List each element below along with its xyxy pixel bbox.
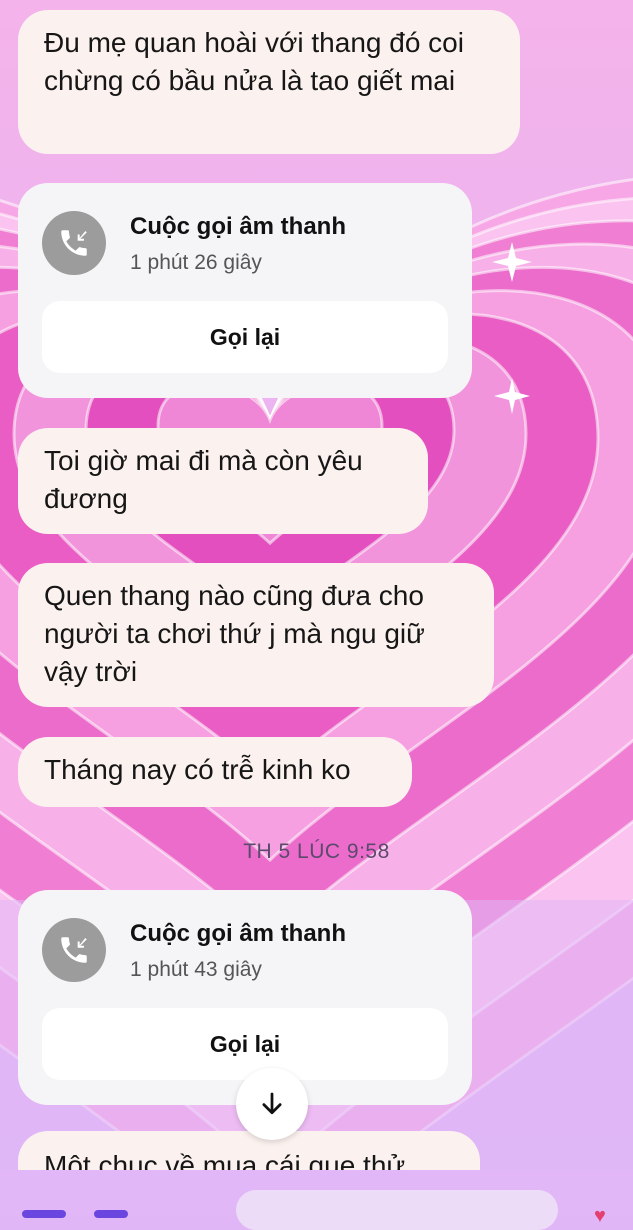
arrow-down-icon — [262, 1092, 282, 1115]
call-duration: 1 phút 26 giây — [130, 251, 262, 274]
message-bubble[interactable]: Tháng nay có trễ kinh ko — [18, 737, 412, 807]
call-duration: 1 phút 43 giây — [130, 958, 262, 981]
message-text: Một chục về mua cái que thử — [44, 1150, 406, 1170]
message-bubble-partial[interactable]: Một chục về mua cái que thử — [18, 1131, 480, 1170]
camera-icon[interactable] — [94, 1210, 128, 1218]
scroll-to-bottom-button[interactable] — [236, 1068, 308, 1140]
call-back-button[interactable]: Gọi lại — [42, 1008, 448, 1080]
message-text: Quen thang nào cũng đưa cho người ta chơ… — [44, 580, 425, 687]
call-title: Cuộc gọi âm thanh — [130, 920, 346, 947]
heart-icon[interactable]: ♥ — [594, 1206, 606, 1226]
message-bubble[interactable]: Đu mẹ quan hoài với thang đó coi chừng c… — [18, 10, 520, 154]
call-card[interactable]: Cuộc gọi âm thanh 1 phút 26 giây Gọi lại — [18, 183, 472, 398]
call-title: Cuộc gọi âm thanh — [130, 213, 346, 240]
phone-incoming-icon — [42, 918, 106, 982]
phone-incoming-icon — [42, 211, 106, 275]
message-bubble[interactable]: Toi giờ mai đi mà còn yêu đương — [18, 428, 428, 534]
more-actions-icon[interactable] — [22, 1210, 66, 1218]
message-bubble[interactable]: Quen thang nào cũng đưa cho người ta chơ… — [18, 563, 494, 707]
message-timestamp: TH 5 LÚC 9:58 — [243, 840, 390, 863]
call-back-button[interactable]: Gọi lại — [42, 301, 448, 373]
message-text: Đu mẹ quan hoài với thang đó coi chừng c… — [44, 27, 464, 96]
message-input[interactable] — [236, 1190, 558, 1230]
message-text: Tháng nay có trễ kinh ko — [44, 754, 351, 785]
message-text: Toi giờ mai đi mà còn yêu đương — [44, 445, 363, 514]
message-composer: ♥ — [0, 1170, 633, 1230]
call-card[interactable]: Cuộc gọi âm thanh 1 phút 43 giây Gọi lại — [18, 890, 472, 1105]
